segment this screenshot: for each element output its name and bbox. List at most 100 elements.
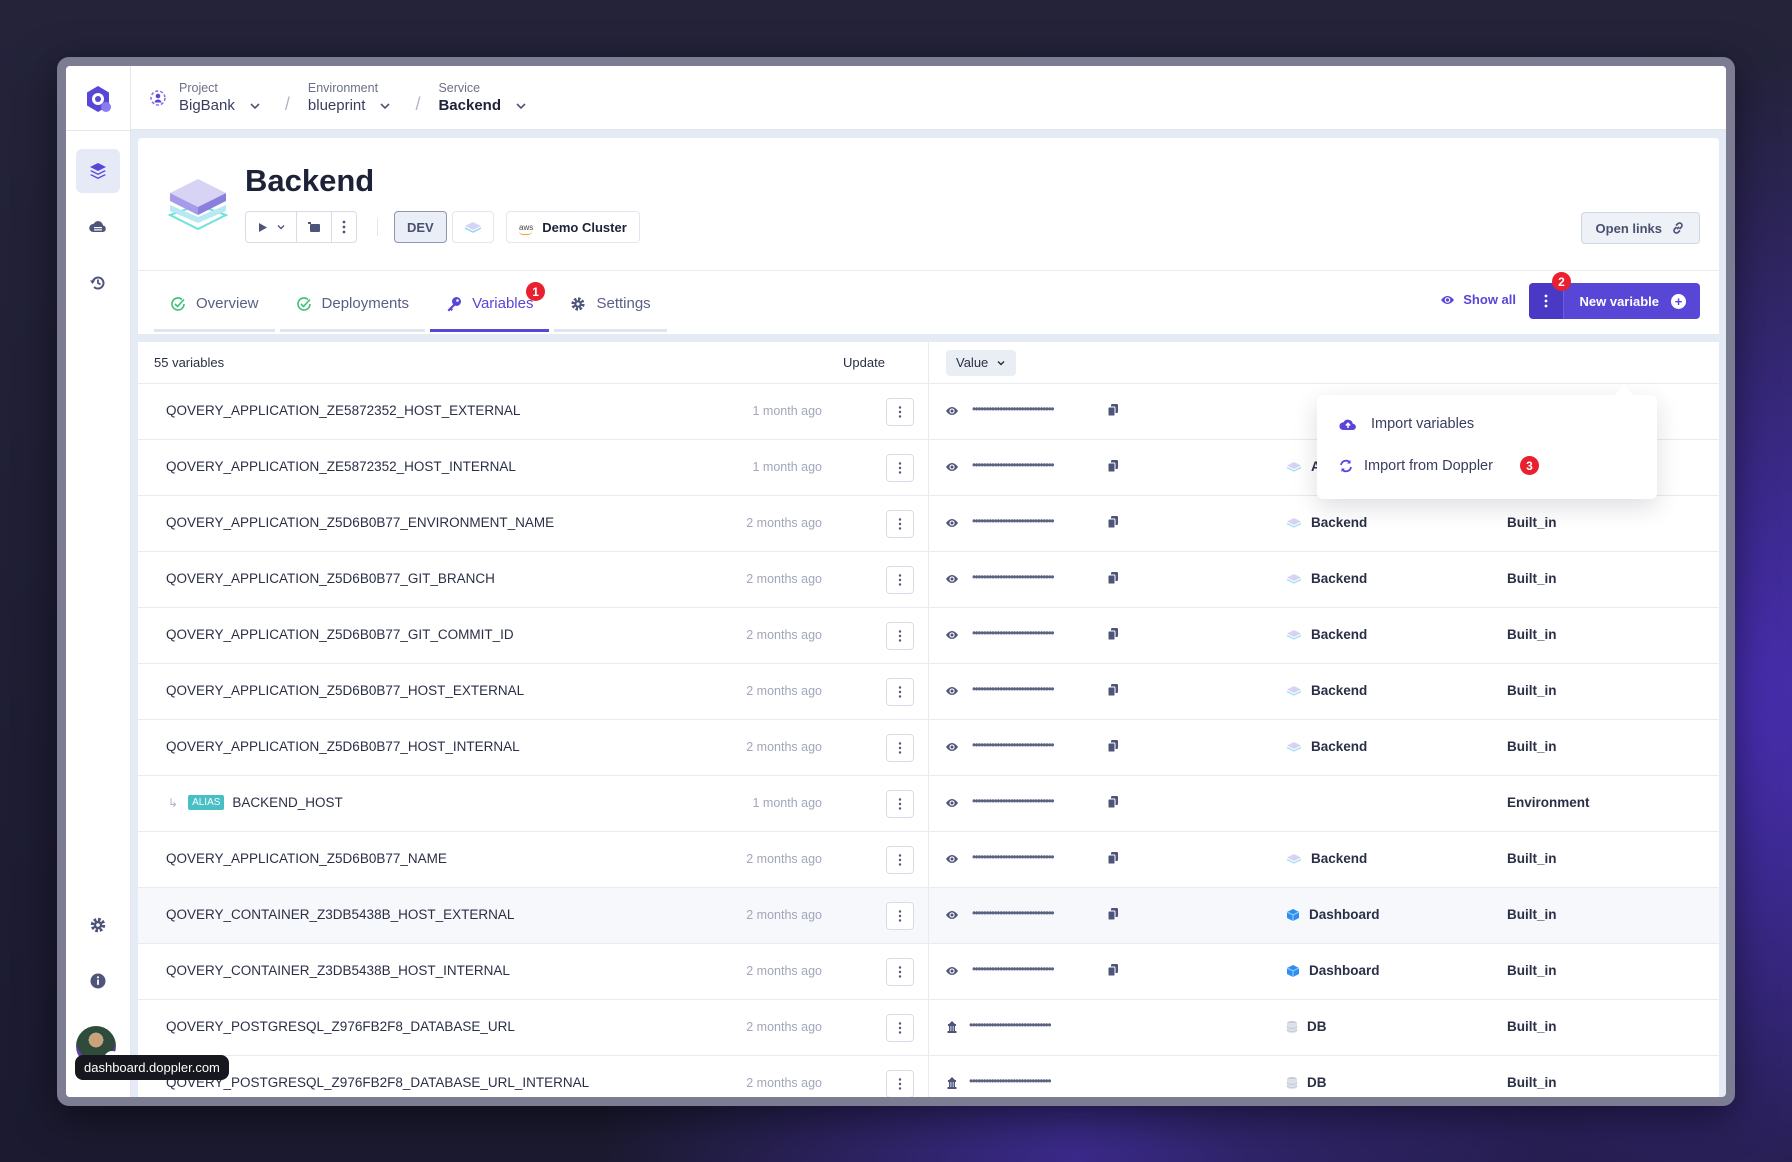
copy-icon[interactable] — [1106, 571, 1120, 585]
row-actions-button[interactable] — [886, 1014, 914, 1042]
sidebar-item-history[interactable] — [76, 261, 120, 305]
copy-icon[interactable] — [1106, 459, 1120, 473]
menu-item-import-variables[interactable]: Import variables — [1339, 416, 1474, 432]
row-actions-button[interactable] — [886, 734, 914, 762]
eye-icon[interactable] — [945, 460, 959, 474]
tab-overview[interactable]: Overview — [154, 278, 275, 332]
masked-value: •••••••••••••••••••••••••••••• — [972, 458, 1055, 472]
masked-value: •••••••••••••••••••••••••••••• — [969, 1018, 1052, 1032]
tab-variables[interactable]: Variables 1 — [430, 278, 550, 332]
sidebar-item-info[interactable] — [76, 959, 120, 1003]
variable-name: QOVERY_CONTAINER_Z3DB5438B_HOST_EXTERNAL — [166, 907, 515, 922]
copy-icon[interactable] — [1106, 795, 1120, 809]
row-actions-button[interactable] — [886, 510, 914, 538]
environment-mode-tag[interactable]: DEV — [394, 211, 447, 243]
sidebar-item-clusters[interactable] — [76, 205, 120, 249]
eye-icon[interactable] — [945, 964, 959, 978]
table-row[interactable]: QOVERY_CONTAINER_Z3DB5438B_HOST_INTERNAL… — [138, 944, 1719, 1000]
scope-cell: Built_in — [1507, 907, 1557, 922]
new-variable-button[interactable]: New variable + — [1563, 283, 1700, 319]
deploy-button[interactable] — [246, 212, 297, 242]
table-row[interactable]: QOVERY_APPLICATION_Z5D6B0B77_ENVIRONMENT… — [138, 496, 1719, 552]
row-actions-button[interactable] — [886, 678, 914, 706]
eye-icon[interactable] — [945, 404, 959, 418]
eye-icon[interactable] — [945, 628, 959, 642]
secret-icon — [947, 1021, 957, 1033]
variable-key: QOVERY_APPLICATION_ZE5872352_HOST_INTERN… — [166, 459, 516, 474]
scope-cell: Built_in — [1507, 515, 1557, 530]
row-actions-button[interactable] — [886, 398, 914, 426]
copy-icon[interactable] — [1106, 851, 1120, 865]
service-name: Backend — [1311, 683, 1368, 698]
copy-icon[interactable] — [1106, 963, 1120, 977]
column-divider — [928, 776, 929, 831]
column-divider — [928, 440, 929, 495]
application-icon — [1286, 573, 1302, 584]
eye-icon[interactable] — [945, 740, 959, 754]
table-row[interactable]: ↳ ALIAS BACKEND_HOST 1 month ago •••••••••••… — [138, 776, 1719, 832]
row-actions-button[interactable] — [886, 454, 914, 482]
copy-icon[interactable] — [1106, 739, 1120, 753]
logs-button[interactable] — [297, 212, 332, 242]
eye-icon[interactable] — [945, 796, 959, 810]
more-vertical-icon — [898, 406, 902, 418]
eye-icon[interactable] — [945, 684, 959, 698]
column-header-value[interactable]: Value — [946, 349, 1017, 376]
table-row[interactable]: QOVERY_APPLICATION_Z5D6B0B77_HOST_INTERN… — [138, 720, 1719, 776]
open-links-button[interactable]: Open links — [1580, 212, 1700, 244]
breadcrumb: Project BigBank / Environment blueprint … — [131, 66, 1726, 130]
row-actions-button[interactable] — [886, 566, 914, 594]
table-row[interactable]: QOVERY_APPLICATION_Z5D6B0B77_HOST_EXTERN… — [138, 664, 1719, 720]
table-row[interactable]: QOVERY_APPLICATION_Z5D6B0B77_GIT_BRANCH 2… — [138, 552, 1719, 608]
breadcrumb-environment[interactable]: Environment blueprint — [308, 80, 392, 116]
row-actions-button[interactable] — [886, 958, 914, 986]
scope-cell: Built_in — [1507, 739, 1557, 754]
tab-deployments[interactable]: Deployments — [279, 278, 426, 332]
service-name: DB — [1307, 1075, 1327, 1090]
row-actions-button[interactable] — [886, 790, 914, 818]
copy-icon[interactable] — [1106, 627, 1120, 641]
support-chat-button[interactable] — [1724, 1094, 1726, 1097]
cluster-tag[interactable]: aws Demo Cluster — [506, 211, 640, 243]
table-row[interactable]: QOVERY_APPLICATION_Z5D6B0B77_NAME 2 month… — [138, 832, 1719, 888]
copy-icon[interactable] — [1106, 515, 1120, 529]
service-cell: Dashboard — [1286, 907, 1380, 922]
more-actions-button[interactable] — [332, 212, 356, 242]
column-divider — [928, 552, 929, 607]
row-actions-button[interactable] — [886, 1070, 914, 1097]
tab-settings[interactable]: Settings — [554, 278, 667, 332]
variable-key: QOVERY_POSTGRESQL_Z976FB2F8_DATABASE_URL… — [166, 1075, 589, 1090]
row-actions-button[interactable] — [886, 902, 914, 930]
table-row[interactable]: QOVERY_POSTGRESQL_Z976FB2F8_DATABASE_URL… — [138, 1056, 1719, 1097]
container-icon — [1286, 964, 1300, 977]
table-row[interactable]: QOVERY_CONTAINER_Z3DB5438B_HOST_EXTERNAL… — [138, 888, 1719, 944]
table-row[interactable]: QOVERY_POSTGRESQL_Z976FB2F8_DATABASE_URL… — [138, 1000, 1719, 1056]
row-actions-button[interactable] — [886, 846, 914, 874]
table-row[interactable]: QOVERY_APPLICATION_Z5D6B0B77_GIT_COMMIT_… — [138, 608, 1719, 664]
row-actions-button[interactable] — [886, 622, 914, 650]
column-header-update[interactable]: Update — [843, 355, 885, 370]
copy-icon[interactable] — [1106, 683, 1120, 697]
service-type-tag[interactable] — [452, 211, 494, 243]
cluster-name: Demo Cluster — [542, 219, 627, 235]
alias-arrow-icon: ↳ — [168, 795, 179, 810]
chevron-down-icon — [997, 360, 1005, 366]
eye-icon[interactable] — [945, 908, 959, 922]
updated-at: 2 months ago — [746, 1020, 822, 1034]
show-all-button[interactable]: Show all — [1440, 292, 1516, 307]
eye-icon[interactable] — [945, 852, 959, 866]
eye-icon[interactable] — [945, 572, 959, 586]
menu-item-import-from-doppler[interactable]: Import from Doppler 3 — [1339, 456, 1539, 475]
column-divider — [928, 888, 929, 943]
sidebar-item-services[interactable] — [76, 149, 120, 193]
info-icon — [90, 973, 106, 989]
scope-cell: Built_in — [1507, 627, 1557, 642]
qovery-logo[interactable] — [82, 83, 114, 115]
breadcrumb-project[interactable]: Project BigBank — [179, 80, 261, 116]
breadcrumb-service[interactable]: Service Backend — [438, 80, 527, 116]
copy-icon[interactable] — [1106, 403, 1120, 417]
sidebar-item-settings[interactable] — [76, 903, 120, 947]
copy-icon[interactable] — [1106, 907, 1120, 921]
updated-at: 1 month ago — [752, 460, 823, 474]
eye-icon[interactable] — [945, 516, 959, 530]
